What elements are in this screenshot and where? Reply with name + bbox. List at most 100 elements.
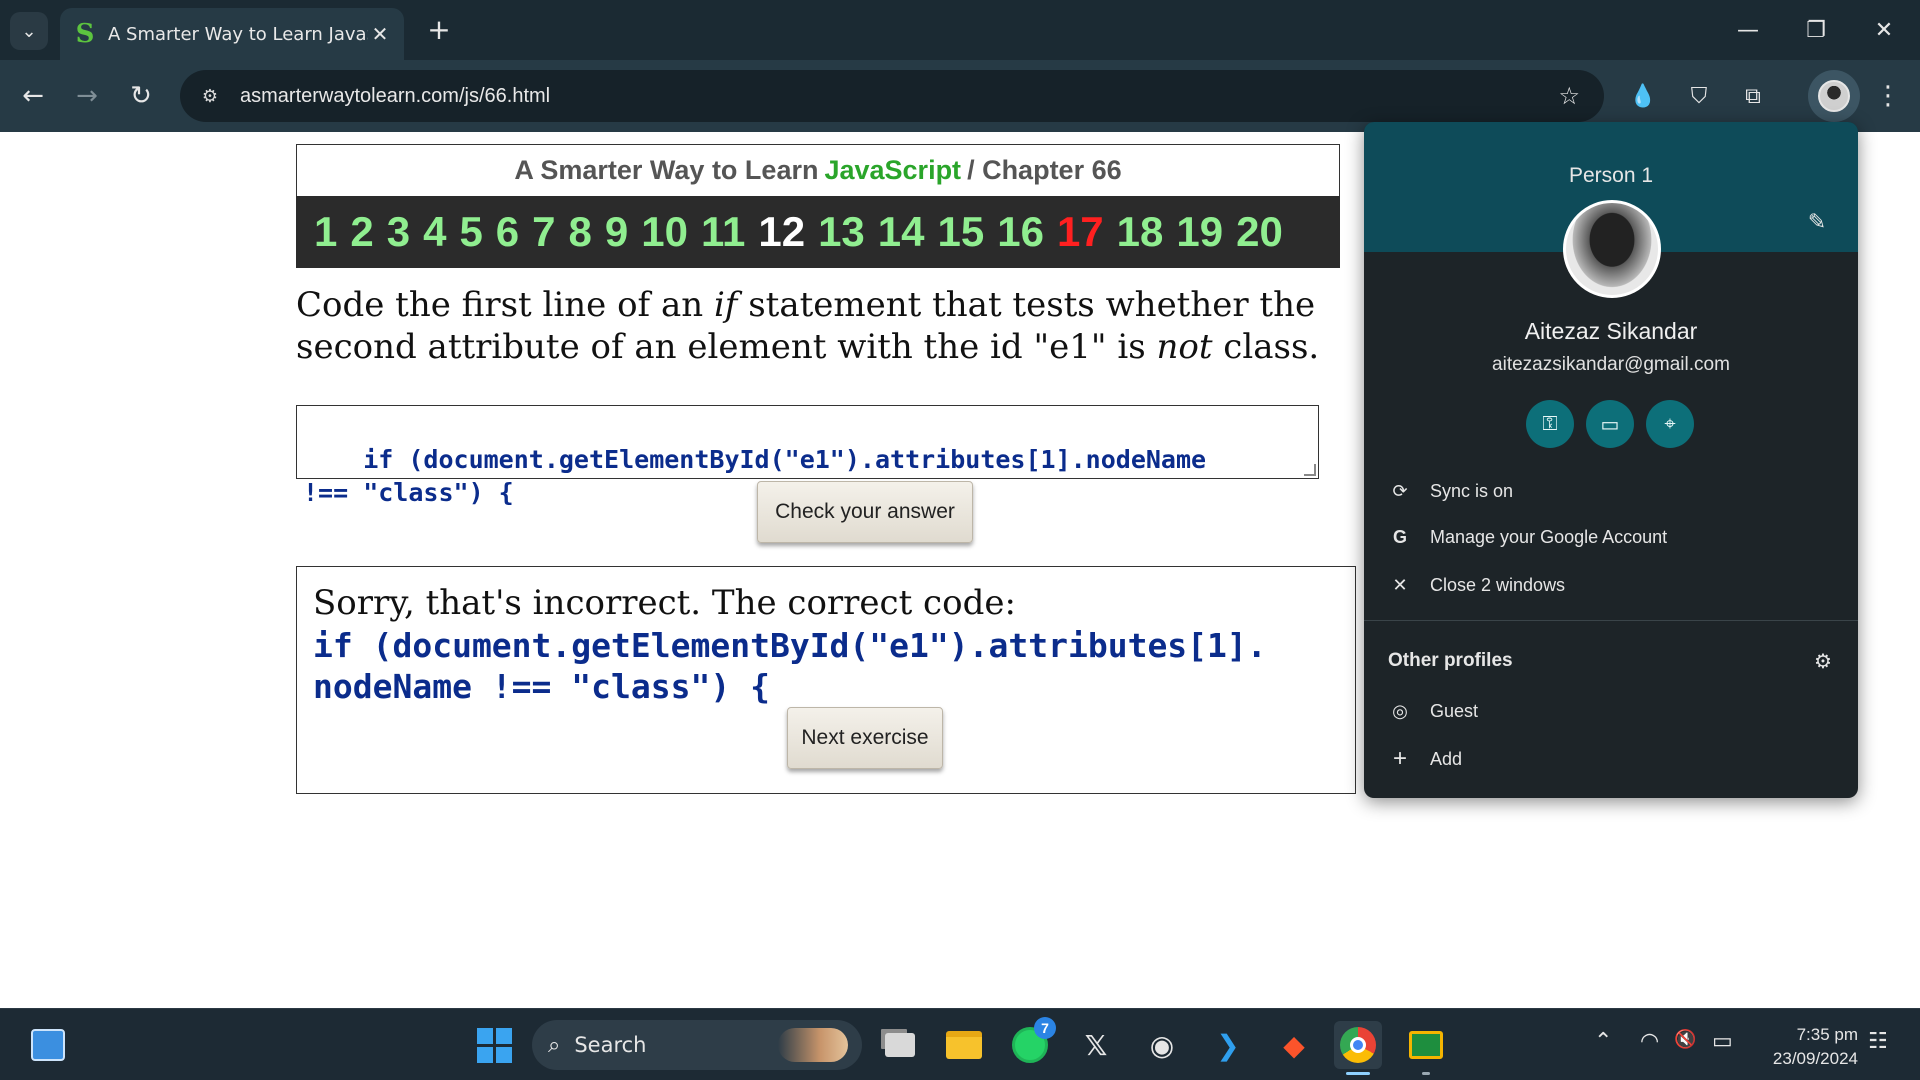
tab-search-button[interactable]: ⌄: [10, 12, 48, 50]
extension-shield-icon[interactable]: ⛉: [1680, 77, 1718, 115]
answer-text[interactable]: if (document.getElementById("e1").attrib…: [303, 445, 1206, 507]
running-indicator: [1422, 1072, 1430, 1075]
chapter-link-12[interactable]: 12: [758, 208, 805, 256]
tab-title: A Smarter Way to Learn JavaScr: [108, 23, 368, 45]
task-view-icon: [885, 1033, 915, 1057]
chevron-down-icon: ⌄: [21, 20, 37, 42]
other-profiles-heading: Other profiles: [1388, 650, 1513, 671]
vscode-icon: ❯: [1216, 1028, 1240, 1062]
wifi-icon[interactable]: ◠: [1640, 1029, 1659, 1054]
folder-icon: [946, 1031, 982, 1059]
notification-center-icon[interactable]: ☷: [1868, 1029, 1888, 1054]
chapter-link-17[interactable]: 17: [1057, 208, 1104, 256]
chapter-link-16[interactable]: 16: [997, 208, 1044, 256]
site-header: A Smarter Way to Learn JavaScript / Chap…: [296, 144, 1340, 196]
chapter-link-19[interactable]: 19: [1176, 208, 1223, 256]
bookmark-star-icon[interactable]: ☆: [1558, 82, 1580, 110]
chapter-link-4[interactable]: 4: [423, 208, 446, 256]
start-button[interactable]: [470, 1021, 518, 1069]
chapter-link-6[interactable]: 6: [496, 208, 519, 256]
chapter-link-13[interactable]: 13: [818, 208, 865, 256]
payment-methods-button[interactable]: ▭: [1586, 400, 1634, 448]
brave-button[interactable]: ◆: [1270, 1021, 1318, 1069]
forward-arrow-icon: →: [76, 81, 98, 111]
file-explorer-button[interactable]: [940, 1021, 988, 1069]
vscode-button[interactable]: ❯: [1204, 1021, 1252, 1069]
battery-icon[interactable]: ▭: [1712, 1029, 1733, 1054]
menu-item-label: Close 2 windows: [1430, 574, 1566, 595]
chapter-link-9[interactable]: 9: [605, 208, 628, 256]
reload-button[interactable]: ↻: [122, 77, 160, 115]
add-profile-item[interactable]: + Add: [1388, 742, 1462, 776]
chapter-link-3[interactable]: 3: [387, 208, 410, 256]
taskbar-search[interactable]: ⌕ Search: [532, 1020, 862, 1070]
chapter-link-7[interactable]: 7: [532, 208, 555, 256]
extension-drop-icon[interactable]: 💧: [1624, 77, 1662, 115]
extensions-puzzle-icon[interactable]: ⧉: [1734, 77, 1772, 115]
chrome-icon: [1340, 1027, 1376, 1063]
close-window-button[interactable]: ✕: [1864, 10, 1904, 50]
check-answer-button[interactable]: Check your answer: [757, 481, 973, 543]
next-exercise-button[interactable]: Next exercise: [787, 707, 943, 769]
addresses-button[interactable]: ⌖: [1646, 400, 1694, 448]
site-favicon-icon: S: [75, 19, 95, 49]
key-icon: ⚿: [1542, 412, 1558, 435]
menu-item-label: Guest: [1430, 700, 1479, 721]
chapter-link-1[interactable]: 1: [314, 208, 337, 256]
plus-icon: +: [1392, 745, 1407, 772]
chapter-link-18[interactable]: 18: [1117, 208, 1164, 256]
minimize-icon: —: [1737, 17, 1759, 43]
passwords-button[interactable]: ⚿: [1526, 400, 1574, 448]
github-icon: ◉: [1149, 1028, 1175, 1062]
resize-handle-icon[interactable]: [1304, 464, 1316, 476]
chapter-link-5[interactable]: 5: [459, 208, 482, 256]
pencil-icon[interactable]: ✎: [1802, 207, 1832, 237]
manage-google-account-item[interactable]: G Manage your Google Account: [1388, 520, 1667, 554]
address-bar[interactable]: ⚙ asmarterwaytolearn.com/js/66.html ☆: [180, 70, 1604, 122]
guest-icon: ◎: [1392, 700, 1408, 721]
widgets-button[interactable]: [24, 1021, 72, 1069]
active-tab[interactable]: S A Smarter Way to Learn JavaScr ✕: [60, 8, 404, 60]
clock[interactable]: 7:35 pm 23/09/2024: [1748, 1023, 1858, 1071]
new-tab-button[interactable]: +: [424, 13, 454, 46]
url-text[interactable]: asmarterwaytolearn.com/js/66.html: [240, 85, 550, 108]
credit-card-icon: ▭: [1600, 413, 1620, 436]
chapter-link-10[interactable]: 10: [641, 208, 688, 256]
chapter-link-14[interactable]: 14: [878, 208, 925, 256]
back-arrow-icon: ←: [22, 81, 44, 111]
forward-button[interactable]: →: [68, 77, 106, 115]
site-info-icon[interactable]: ⚙: [198, 84, 222, 108]
windows-logo-icon: [476, 1027, 512, 1063]
profile-button[interactable]: [1808, 70, 1860, 122]
chapter-link-8[interactable]: 8: [569, 208, 592, 256]
minimize-button[interactable]: —: [1728, 10, 1768, 50]
volume-muted-icon[interactable]: 🔇: [1674, 1029, 1696, 1050]
gear-icon[interactable]: ⚙: [1808, 646, 1838, 676]
browser-menu-button[interactable]: ⋮: [1870, 77, 1906, 115]
x-app-button[interactable]: 𝕏: [1072, 1021, 1120, 1069]
chapter-link-2[interactable]: 2: [350, 208, 373, 256]
back-button[interactable]: ←: [14, 77, 52, 115]
question-text: class.: [1212, 327, 1320, 367]
answer-textarea[interactable]: if (document.getElementById("e1").attrib…: [296, 405, 1319, 507]
whatsapp-button[interactable]: 7: [1006, 1017, 1056, 1069]
chrome-button[interactable]: [1334, 1021, 1382, 1075]
github-button[interactable]: ◉: [1138, 1021, 1186, 1069]
chapter-link-15[interactable]: 15: [938, 208, 985, 256]
correct-code: if (document.getElementById("e1").attrib…: [313, 626, 1267, 706]
chapter-link-20[interactable]: 20: [1236, 208, 1283, 256]
task-view-button[interactable]: [876, 1021, 924, 1069]
menu-item-label: Add: [1430, 748, 1463, 769]
chapter-link-11[interactable]: 11: [701, 208, 745, 256]
windows-taskbar: ⌕ Search 7 𝕏 ◉ ❯ ◆ ⌃ ◠ 🔇 ▭ 7:35 pm 23/09…: [0, 1008, 1920, 1080]
guest-profile-item[interactable]: ◎ Guest: [1388, 694, 1478, 728]
close-windows-item[interactable]: ✕ Close 2 windows: [1388, 568, 1565, 602]
restore-icon: ❐: [1806, 17, 1826, 43]
restore-button[interactable]: ❐: [1796, 10, 1836, 50]
search-icon: ⌕: [548, 1032, 561, 1058]
sync-status-item[interactable]: ⟳ Sync is on: [1388, 474, 1513, 508]
close-tab-icon[interactable]: ✕: [368, 22, 392, 46]
classroom-button[interactable]: [1402, 1021, 1450, 1075]
chevron-up-icon[interactable]: ⌃: [1594, 1029, 1612, 1054]
question-emphasis-not: not: [1156, 327, 1213, 367]
